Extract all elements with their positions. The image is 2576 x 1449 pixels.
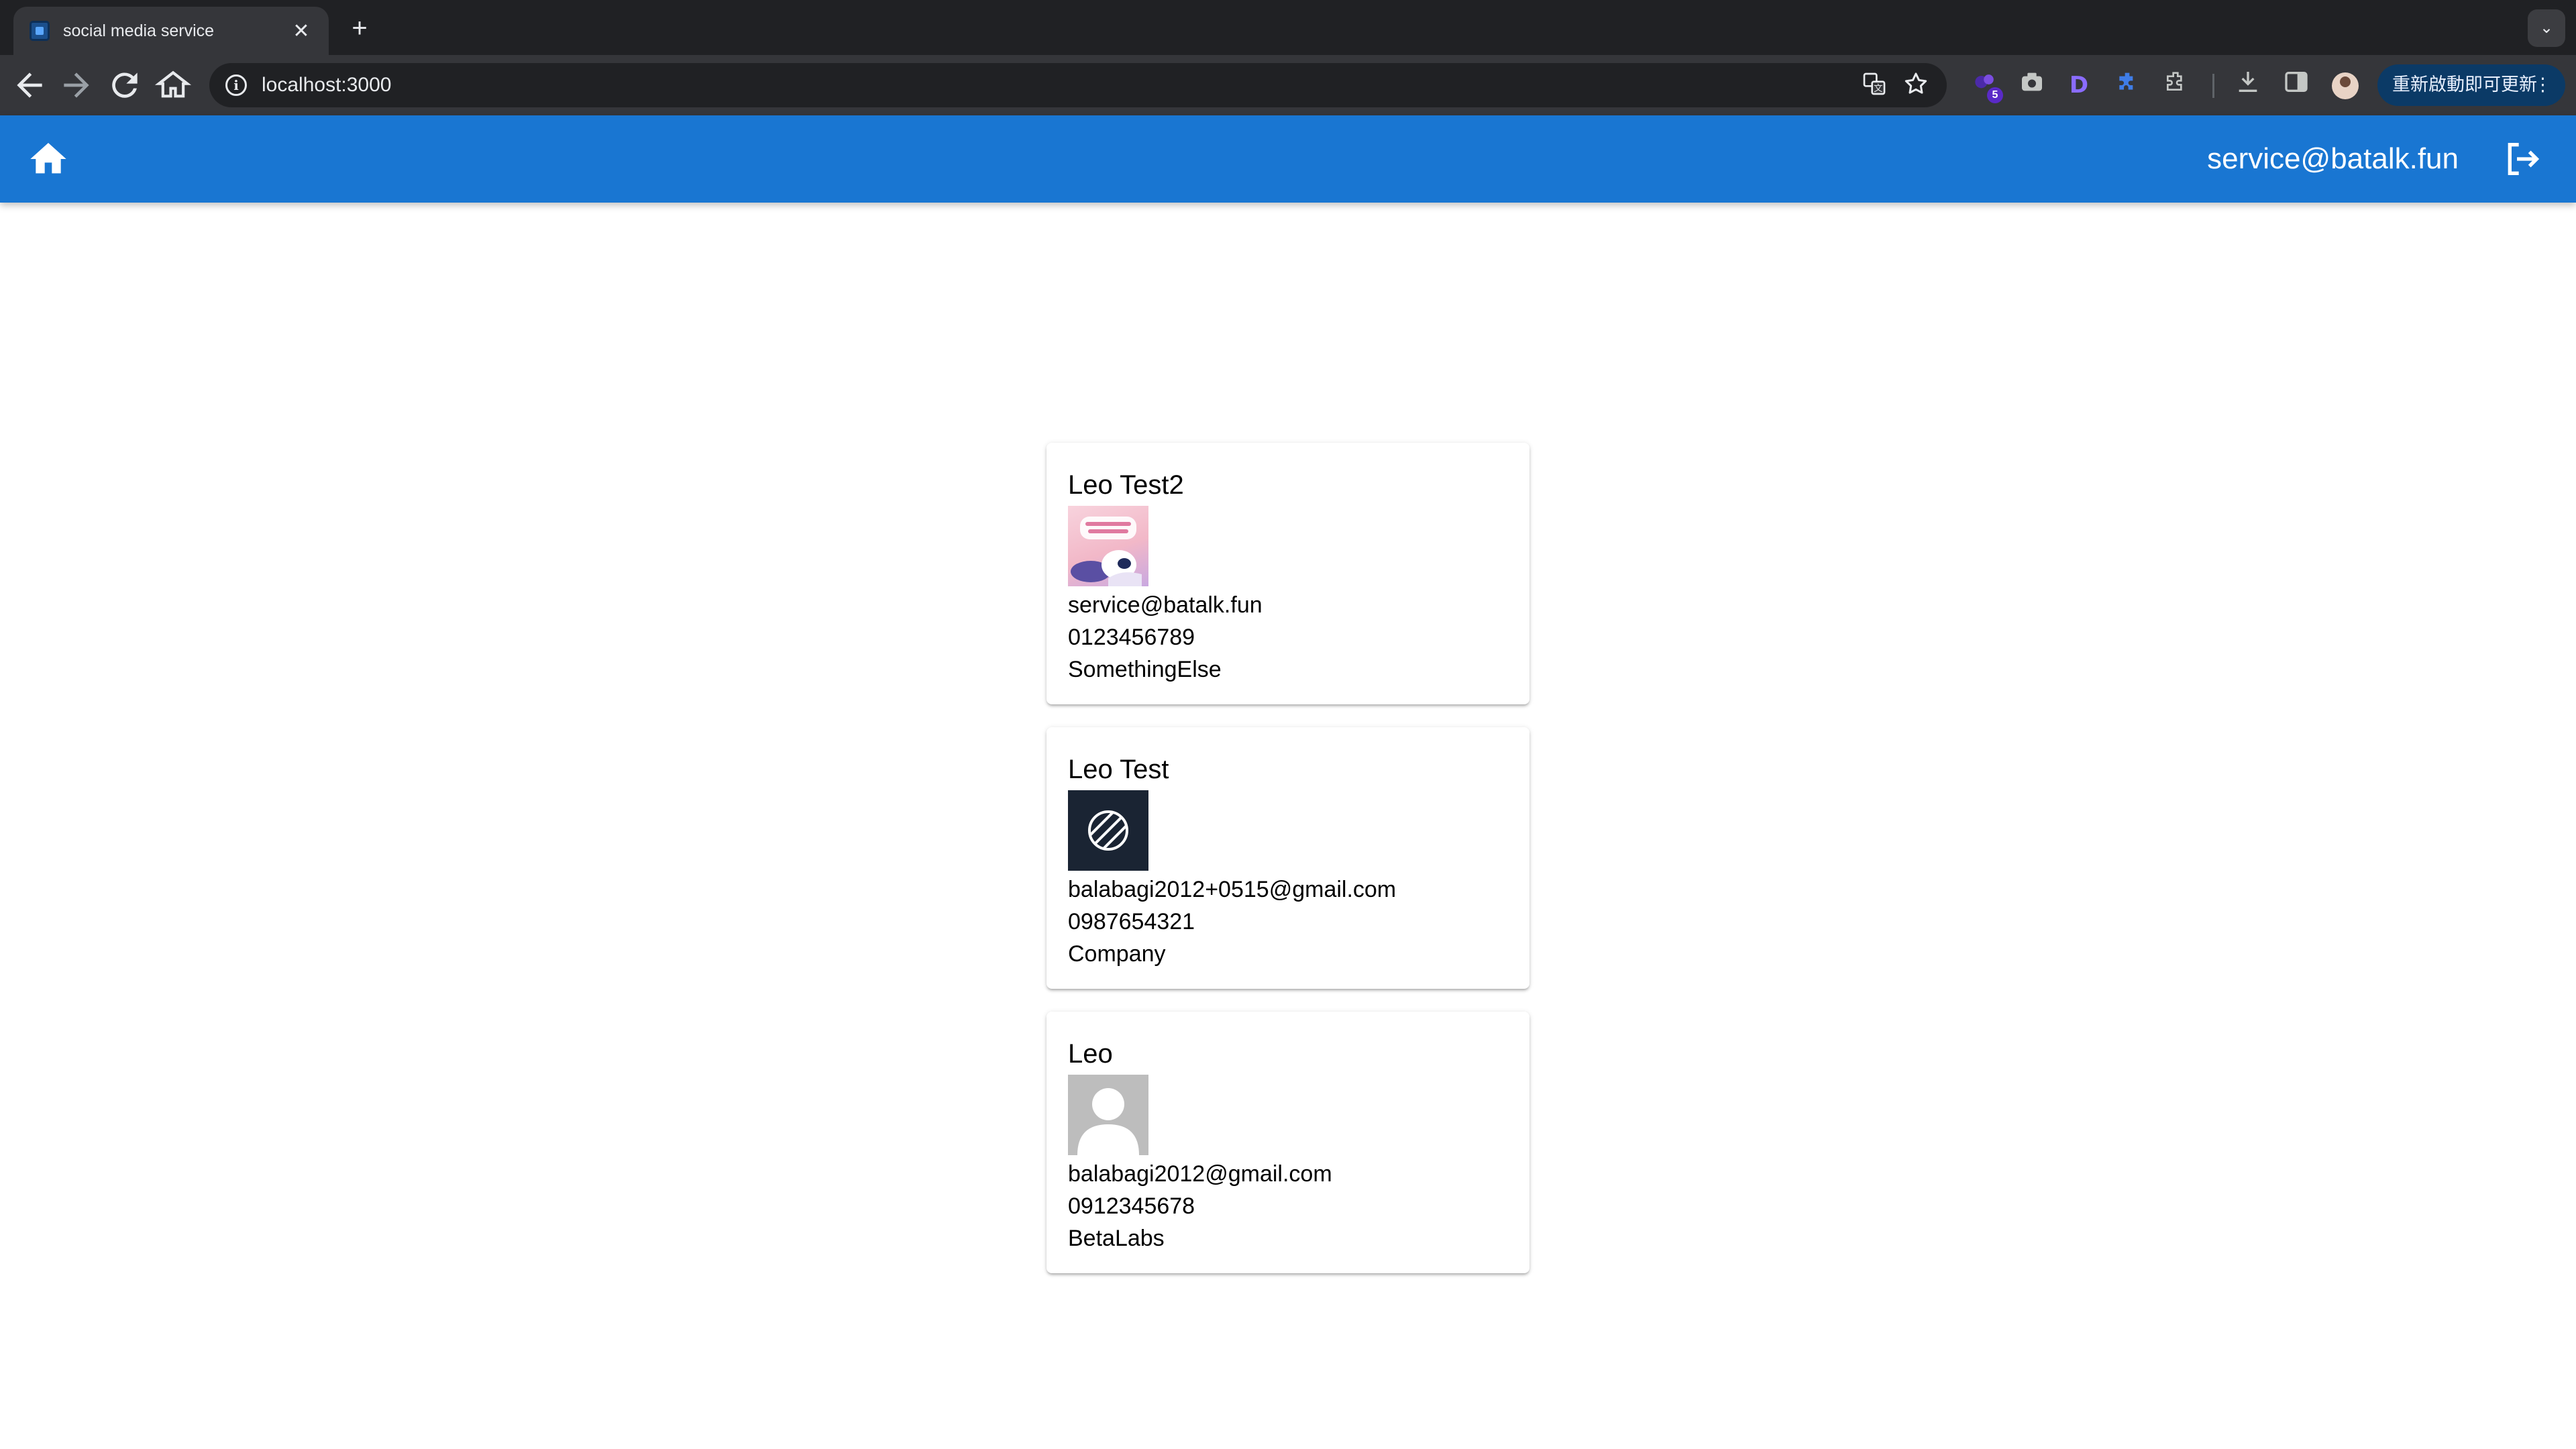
camera-extension-icon[interactable]	[2015, 68, 2049, 102]
profile-avatar-icon[interactable]	[2332, 72, 2359, 99]
reload-icon	[112, 72, 138, 98]
home-outline-icon	[154, 70, 192, 98]
d-extension-icon[interactable]: D	[2062, 68, 2096, 102]
browser-tab[interactable]: social media service ✕	[13, 7, 329, 55]
toolbar-divider	[2212, 74, 2214, 98]
arrow-left-icon	[17, 72, 42, 98]
user-company: BetaLabs	[1068, 1226, 1165, 1251]
user-company: Company	[1068, 941, 1166, 967]
user-email: balabagi2012+0515@gmail.com	[1068, 877, 1397, 902]
tab-title: social media service	[63, 21, 215, 40]
user-card: Leo Test balabagi2012+0515@gmail.com 098…	[1046, 727, 1529, 989]
more-menu-icon[interactable]: ⋮	[2534, 64, 2552, 106]
bookmark-star-icon[interactable]	[1901, 70, 1931, 100]
user-email: balabagi2012@gmail.com	[1068, 1161, 1332, 1187]
puzzle-blue-extension-icon[interactable]	[2110, 68, 2144, 102]
svg-text:文: 文	[1874, 83, 1882, 94]
address-bar[interactable]: i localhost:3000 文	[209, 63, 1947, 107]
custom-image-icon	[1068, 506, 1148, 586]
user-company: SomethingElse	[1068, 657, 1222, 682]
user-phone: 0123456789	[1068, 625, 1195, 650]
logout-button[interactable]	[2501, 138, 2544, 180]
home-browser-button[interactable]	[154, 66, 192, 104]
user-email: service@batalk.fun	[1068, 592, 1263, 618]
url-text[interactable]: localhost:3000	[262, 74, 1847, 97]
user-phone: 0912345678	[1068, 1193, 1195, 1219]
extension-badge: 5	[1987, 87, 2003, 103]
user-card-list: Leo Test2 service@batalk.fun 0123456789 …	[1046, 443, 1529, 1296]
reload-button[interactable]	[106, 66, 144, 104]
tab-close-icon[interactable]: ✕	[290, 19, 313, 43]
user-name: Leo Test	[1068, 755, 1169, 784]
site-favicon-icon	[30, 21, 50, 41]
app-bar: service@batalk.fun	[0, 115, 2576, 203]
arrow-right-icon	[64, 72, 89, 98]
logout-icon	[2508, 143, 2540, 175]
user-name: Leo	[1068, 1039, 1113, 1069]
back-button[interactable]	[11, 66, 48, 104]
translate-icon[interactable]: 文	[1860, 70, 1889, 100]
side-panel-icon[interactable]	[2279, 68, 2313, 102]
user-name: Leo Test2	[1068, 470, 1184, 500]
browser-tab-strip: social media service ✕ + ⌄	[0, 0, 2576, 55]
user-card: Leo Test2 service@batalk.fun 0123456789 …	[1046, 443, 1529, 704]
striped-circle-logo-icon	[1068, 790, 1148, 871]
forward-button[interactable]	[58, 66, 95, 104]
download-icon[interactable]	[2231, 68, 2265, 102]
extensions-puzzle-icon[interactable]	[2159, 68, 2192, 102]
new-tab-button[interactable]: +	[342, 11, 377, 46]
browser-toolbar: i localhost:3000 文 5 D 重新啟動即可更新 ⋮	[0, 55, 2576, 115]
default-person-icon	[1068, 1075, 1148, 1155]
site-info-icon[interactable]: i	[225, 74, 247, 96]
current-user-email: service@batalk.fun	[2207, 142, 2459, 175]
tab-search-button[interactable]: ⌄	[2528, 9, 2565, 47]
home-button[interactable]	[27, 138, 70, 180]
update-label: 重新啟動即可更新	[2392, 74, 2537, 95]
extension-cluster-icon[interactable]: 5	[1968, 68, 2003, 103]
update-button[interactable]: 重新啟動即可更新 ⋮	[2377, 64, 2565, 106]
user-phone: 0987654321	[1068, 909, 1195, 934]
user-card: Leo balabagi2012@gmail.com 0912345678 Be…	[1046, 1012, 1529, 1273]
home-icon	[30, 143, 66, 174]
